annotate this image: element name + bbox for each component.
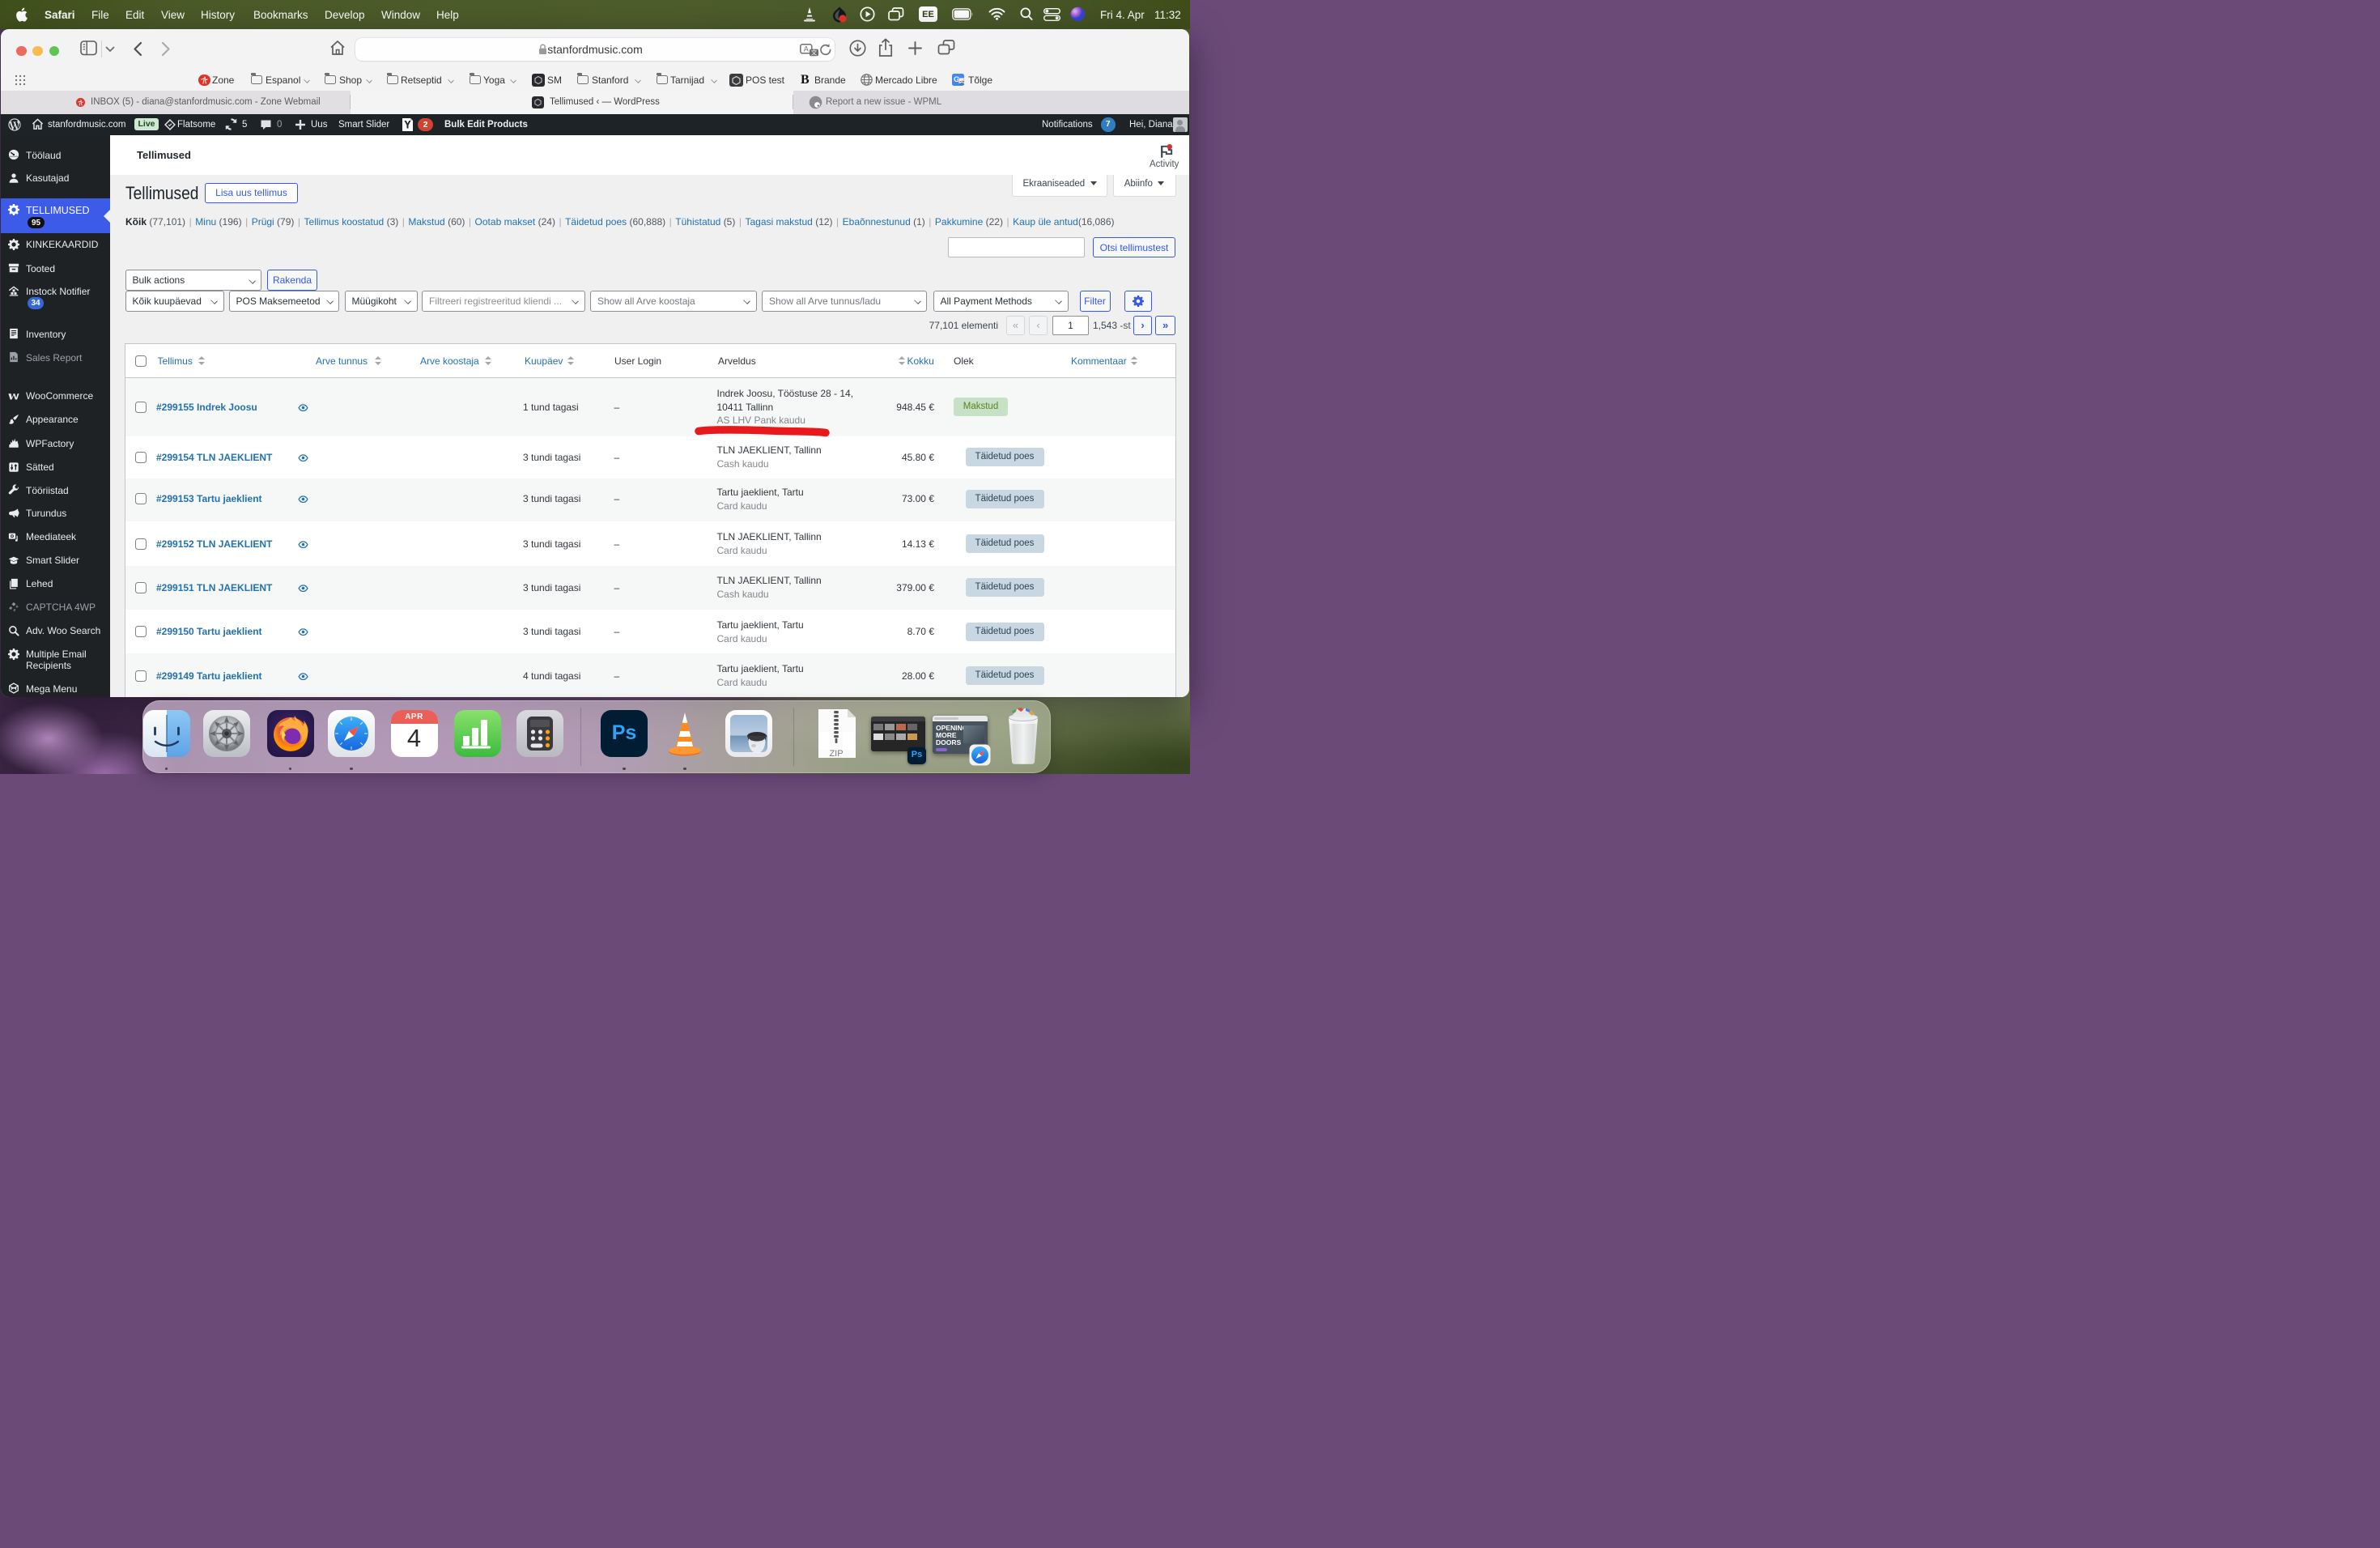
svg-text:ZIP: ZIP xyxy=(829,749,843,759)
svg-text:文: 文 xyxy=(811,48,818,56)
svg-text:A: A xyxy=(804,45,809,53)
